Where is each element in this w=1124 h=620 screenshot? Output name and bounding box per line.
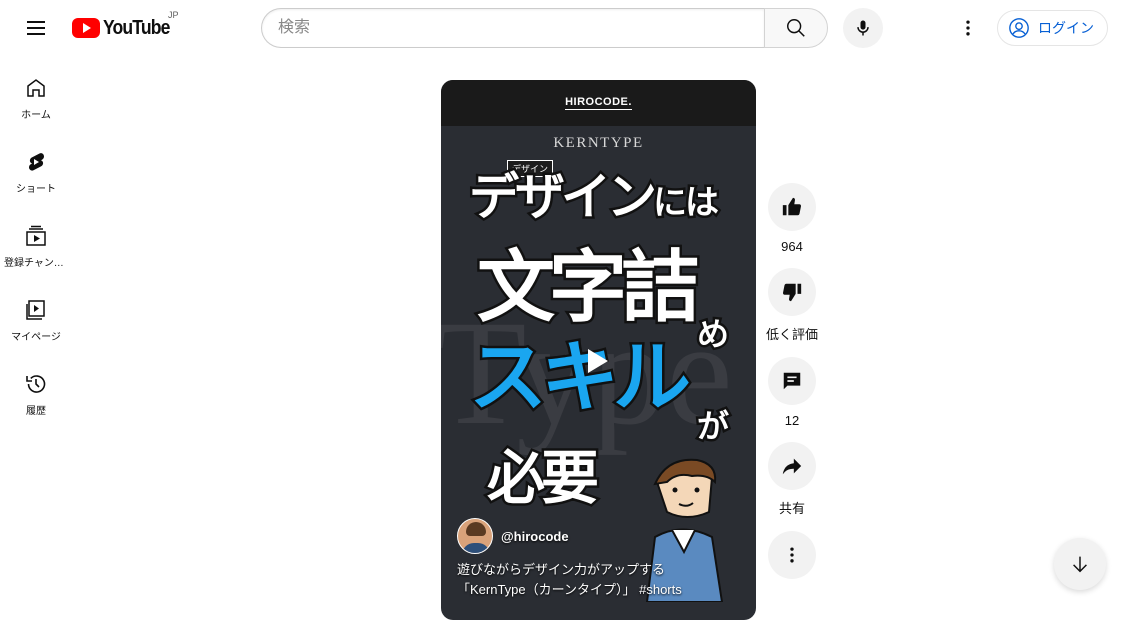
mini-guide: ホーム ショート 登録チャンネル マイページ 履歴 bbox=[0, 56, 72, 426]
share-label: 共有 bbox=[778, 501, 805, 516]
thumbnail-line-4: 必要 bbox=[484, 446, 601, 511]
comment-count: 12 bbox=[784, 413, 800, 428]
like-button[interactable] bbox=[768, 183, 816, 231]
sidebar-item-label: ショート bbox=[16, 184, 56, 195]
caption-line-1: 遊びながらデザイン力がアップする bbox=[457, 562, 666, 577]
play-icon[interactable] bbox=[588, 349, 608, 373]
logo-text: YouTube bbox=[103, 16, 170, 39]
channel-avatar[interactable] bbox=[457, 518, 493, 554]
sidebar-item-history[interactable]: 履歴 bbox=[0, 352, 72, 426]
menu-button[interactable] bbox=[16, 8, 56, 48]
thumbs-up-icon bbox=[782, 197, 802, 216]
brand-logo-text: HIROCODE. bbox=[565, 96, 632, 110]
channel-info[interactable]: @hirocode bbox=[457, 518, 569, 554]
sidebar-item-subscriptions[interactable]: 登録チャンネル bbox=[0, 204, 72, 278]
share-icon bbox=[782, 458, 802, 475]
kerntype-title: KERNTYPE bbox=[553, 135, 644, 151]
region-label: JP bbox=[168, 10, 179, 20]
like-action: 964 bbox=[764, 183, 820, 254]
arrow-down-icon bbox=[1073, 556, 1087, 573]
hamburger-icon bbox=[27, 21, 45, 35]
thumbs-down-icon bbox=[782, 283, 802, 302]
library-icon bbox=[26, 300, 45, 320]
more-vertical-icon bbox=[790, 547, 794, 563]
next-video-button[interactable] bbox=[1054, 538, 1106, 590]
sidebar-item-library[interactable]: マイページ bbox=[0, 278, 72, 352]
microphone-icon bbox=[857, 20, 869, 36]
sidebar-item-shorts[interactable]: ショート bbox=[0, 130, 72, 204]
sidebar-item-label: ホーム bbox=[21, 110, 51, 121]
video-top-band: HIROCODE. bbox=[441, 80, 756, 126]
history-icon bbox=[26, 375, 46, 393]
login-label: ログイン bbox=[1038, 20, 1094, 36]
shorts-player[interactable]: HIROCODE. KERNTYPE Type デザイン デザインには 文字詰 … bbox=[441, 80, 756, 620]
search-box bbox=[261, 8, 828, 48]
voice-search-button[interactable] bbox=[843, 8, 883, 48]
dislike-label: 低く評価 bbox=[765, 327, 818, 342]
comment-action: 12 bbox=[764, 357, 820, 428]
channel-name[interactable]: @hirocode bbox=[501, 529, 569, 544]
caption-line-2[interactable]: 「KernType（カーンタイプ）」 #shorts bbox=[457, 580, 747, 600]
dislike-action: 低く評価 bbox=[764, 268, 820, 343]
subscriptions-icon bbox=[26, 225, 46, 246]
sidebar-item-label: 登録チャンネル bbox=[4, 258, 68, 269]
thumbnail-line-1: デザインには bbox=[467, 169, 722, 225]
settings-menu-button[interactable] bbox=[950, 10, 986, 46]
shorts-icon bbox=[28, 153, 44, 171]
action-bar: 964 低く評価 12 共有 bbox=[764, 183, 820, 593]
share-button[interactable] bbox=[768, 442, 816, 490]
share-action: 共有 bbox=[764, 442, 820, 517]
more-vertical-icon bbox=[966, 20, 970, 36]
masthead: YouTube JP ログイン bbox=[0, 0, 1124, 56]
dislike-button[interactable] bbox=[768, 268, 816, 316]
video-caption: 遊びながらデザイン力がアップする 「KernType（カーンタイプ）」 #sho… bbox=[457, 560, 747, 600]
comment-button[interactable] bbox=[768, 357, 816, 405]
search-button[interactable] bbox=[764, 8, 828, 48]
thumbnail-line-2: 文字詰 bbox=[474, 243, 701, 331]
account-icon bbox=[1009, 18, 1029, 38]
thumbnail-line-2-suffix: め bbox=[694, 316, 731, 353]
sidebar-item-home[interactable]: ホーム bbox=[0, 56, 72, 130]
search-icon bbox=[787, 19, 805, 37]
home-icon bbox=[27, 79, 45, 97]
search-input[interactable] bbox=[261, 8, 764, 48]
login-button[interactable]: ログイン bbox=[997, 10, 1108, 46]
thumbnail-line-3-suffix: が bbox=[694, 408, 731, 445]
youtube-logo[interactable]: YouTube JP bbox=[72, 10, 179, 40]
more-action bbox=[764, 531, 820, 579]
thumbnail-line-3: スキル bbox=[466, 333, 693, 421]
comment-icon bbox=[783, 372, 801, 390]
youtube-play-icon bbox=[72, 18, 100, 38]
sidebar-item-label: 履歴 bbox=[26, 406, 46, 417]
more-actions-button[interactable] bbox=[768, 531, 816, 579]
sidebar-item-label: マイページ bbox=[11, 332, 61, 343]
like-count: 964 bbox=[781, 239, 803, 254]
